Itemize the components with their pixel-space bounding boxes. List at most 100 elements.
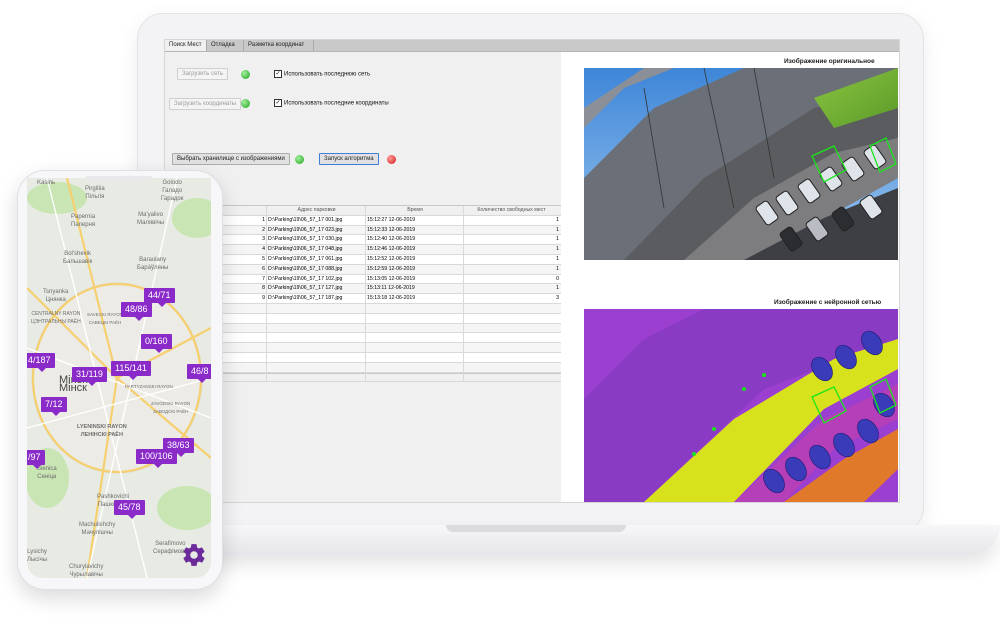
parking-pin[interactable]: 45/78 (114, 500, 145, 519)
tab-debug[interactable]: Отладка (207, 40, 244, 51)
table-row[interactable] (215, 313, 561, 324)
parking-pin[interactable]: 4/187 (27, 353, 55, 372)
row-time-cell: 15:12:46 12-06-2019 (366, 245, 464, 254)
use-last-coords-label: Использовать последние координаты (284, 100, 389, 107)
col-header-address[interactable]: Адрес парковки (267, 206, 366, 215)
table-row[interactable]: 4 D:\Parking\19\06_57_17 048.jpg 15:12:46 … (215, 245, 561, 255)
table-row[interactable]: 5 D:\Parking\19\06_57_17 061.jpg 15:12:52 … (215, 254, 561, 265)
parking-pin[interactable]: 48/86 (121, 302, 152, 321)
map-label-churylavichy: Churylavichy Чурылавічы (69, 564, 104, 578)
row-time-cell: 15:12:52 12-06-2019 (366, 254, 464, 264)
coords-status-led (241, 99, 250, 108)
row-free-places-cell (464, 343, 561, 352)
run-algorithm-button[interactable]: Запуск алгоритма (319, 153, 379, 165)
table-row[interactable]: 8 D:\Parking\19\06_57_17 127.jpg 15:13:11 … (215, 284, 561, 295)
net-status-led (241, 70, 250, 79)
table-row[interactable]: 2 D:\Parking\19\06_57_17 023.jpg 15:12:33 … (215, 225, 561, 236)
row-address-cell: D:\Parking\19\06_57_17 023.jpg (267, 225, 366, 235)
phone-notch (86, 176, 152, 181)
right-pane: Изображение оригинальное Изображение с н… (561, 52, 899, 502)
load-coords-button[interactable]: Загрузить координаты (169, 98, 242, 110)
tab-coordinates-markup[interactable]: Разметка координат (244, 40, 314, 51)
checkmark-icon: ✓ (274, 99, 282, 107)
row-free-places-cell: 1 (556, 265, 559, 272)
parking-pin[interactable]: 46/8 (187, 364, 211, 383)
col-header-free-places[interactable]: Количество свободных мест (464, 206, 561, 215)
row-address-cell: D:\Parking\19\06_57_17 048.jpg (267, 245, 366, 254)
row-time-cell (366, 323, 464, 333)
map-label-bolshevik: Bol'shevik Бальшавік (63, 251, 93, 265)
col-header-time[interactable]: Время (366, 206, 464, 215)
row-address-cell: D:\Parking\19\06_57_17 187.jpg (267, 294, 366, 303)
use-last-net-checkbox[interactable]: ✓ Использовать последнюю сеть (274, 70, 370, 79)
load-net-button[interactable]: Загрузить сеть (177, 68, 229, 80)
row-time-cell (366, 362, 464, 372)
parking-pin[interactable]: 31/119 (72, 367, 107, 386)
table-row[interactable] (215, 362, 561, 373)
desktop-app-window: Поиск Мест Отладка Разметка координат За… (164, 39, 900, 503)
row-address-cell (267, 362, 366, 372)
parking-pin[interactable]: 100/106 (136, 449, 177, 468)
map-label-baraulany: Baraulany Барáўляны (137, 257, 169, 271)
row-address-cell: D:\Parking\19\06_57_17 102.jpg (267, 274, 366, 284)
table-header: Адрес парковки Время Количество свободны… (215, 206, 561, 216)
phone-map-screen[interactable]: Kasinь Pirgitiia Пільгія Golodo Галадо Гара… (27, 178, 211, 578)
table-row[interactable] (215, 303, 561, 314)
table-row[interactable] (215, 333, 561, 344)
row-time-cell: 15:13:05 12-06-2019 (366, 274, 464, 284)
row-time-cell (366, 313, 464, 323)
row-free-places-cell: 3 (556, 295, 559, 302)
parking-pin[interactable]: 115/141 (111, 361, 151, 380)
row-free-places-cell: 1 (556, 226, 559, 233)
row-time-cell (366, 372, 464, 382)
table-row[interactable]: 9 D:\Parking\19\06_57_17 187.jpg 15:13:18 … (215, 294, 561, 304)
table-row[interactable] (215, 343, 561, 353)
row-free-places-cell: 1 (556, 236, 559, 243)
table-row[interactable] (215, 372, 561, 383)
original-parking-photo (584, 68, 898, 260)
row-address-cell (267, 303, 366, 313)
row-address-cell: D:\Parking\19\06_57_17 061.jpg (267, 254, 366, 264)
row-address-cell (267, 323, 366, 333)
map-label-partyzanski-rayon: PARTYZANSKI RAYON (125, 384, 173, 389)
row-time-cell (366, 333, 464, 343)
parking-pin[interactable]: 7/12 (41, 397, 67, 416)
table-row[interactable] (215, 323, 561, 334)
tab-search-places[interactable]: Поиск Мест (165, 40, 207, 51)
parking-pin[interactable]: 0/160 (141, 334, 172, 353)
map-label-machulishchy: Machulishchy Мачулішчы (79, 522, 116, 536)
row-free-places-cell (464, 333, 561, 342)
row-free-places-cell (464, 373, 561, 382)
select-storage-button[interactable]: Выбрать хранилище с изображениями (172, 153, 290, 165)
row-time-cell: 15:12:33 12-06-2019 (366, 225, 464, 235)
map-label-kasin: Kasinь (37, 180, 56, 186)
table-row[interactable]: 6 D:\Parking\19\06_57_17 088.jpg 15:12:59 … (215, 264, 561, 275)
table-row[interactable] (215, 352, 561, 363)
row-time-cell (366, 343, 464, 352)
table-row[interactable]: 7 D:\Parking\19\06_57_17 102.jpg 15:13:05 … (215, 274, 561, 285)
table-row[interactable]: 3 D:\Parking\19\06_57_17 030.jpg 15:12:40 … (215, 235, 561, 246)
use-last-coords-checkbox[interactable]: ✓ Использовать последние координаты (274, 99, 389, 108)
row-address-cell: D:\Parking\19\06_57_17 088.jpg (267, 264, 366, 274)
nn-image-title: Изображение с нейронной сетью (774, 299, 882, 306)
storage-status-led (295, 155, 304, 164)
row-address-cell: D:\Parking\19\06_57_17 127.jpg (267, 284, 366, 294)
map-label-centralny-rayon: CENTRALNY RAYON ЦЭНТРАЛЬНЫ РАЁН (31, 311, 81, 325)
row-free-places-cell: 1 (556, 216, 559, 223)
algorithm-status-led (387, 155, 396, 164)
row-free-places-cell: 1 (556, 285, 559, 292)
parking-pin[interactable]: 44/71 (144, 288, 175, 307)
row-address-cell (267, 313, 366, 323)
map-label-lyeninski-rayon: LYENINSKI RAYON ЛЕНІНСКІ РАЁН (77, 424, 127, 438)
row-time-cell: 15:12:59 12-06-2019 (366, 264, 464, 274)
map-label-savecki-rayon: SAVECKI RAYON САВЕЦКІ РАЁН (87, 312, 124, 325)
row-time-cell: 15:12:40 12-06-2019 (366, 235, 464, 245)
use-last-net-label: Использовать последнюю сеть (284, 71, 371, 78)
row-free-places-cell (464, 324, 561, 333)
row-address-cell (267, 343, 366, 352)
row-free-places-cell (464, 314, 561, 323)
table-row[interactable]: 1 D:\Parking\19\06_57_17 001.jpg 15:12:27 … (215, 215, 561, 226)
checkmark-icon: ✓ (274, 70, 282, 78)
parking-pin[interactable]: /97 (27, 450, 45, 469)
gear-icon[interactable] (181, 542, 207, 568)
